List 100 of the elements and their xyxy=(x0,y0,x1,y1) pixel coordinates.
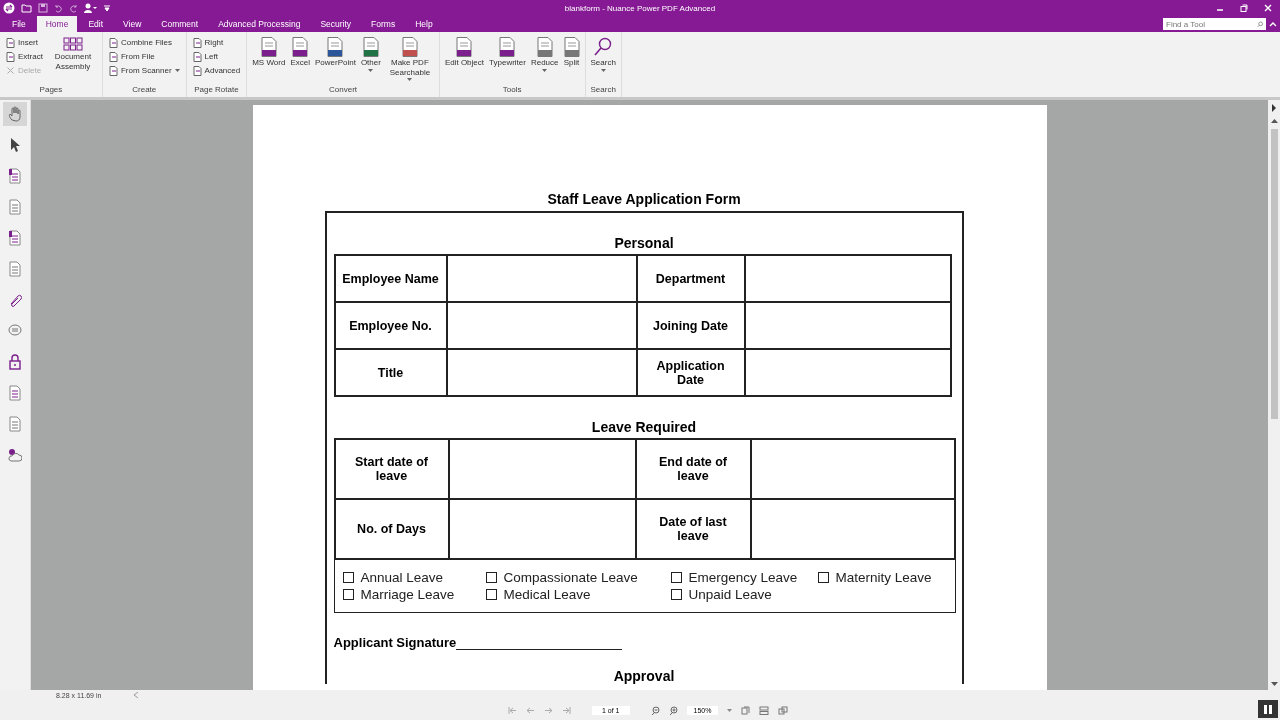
redo-icon[interactable] xyxy=(69,3,78,13)
table-cell: Employee No. xyxy=(334,302,447,349)
input-field[interactable] xyxy=(446,255,637,302)
checkbox-label: Compassionate Leave xyxy=(503,570,638,585)
menu-tab[interactable]: Comment xyxy=(152,16,208,32)
ribbon-button[interactable]: Split xyxy=(561,36,582,85)
group-label: Search xyxy=(589,85,617,96)
form-title: Staff Leave Application Form xyxy=(546,191,742,207)
grid-icon xyxy=(62,37,83,51)
scrollbar-thumb[interactable] xyxy=(1270,129,1278,419)
ribbon-button[interactable]: Make PDF Searchable xyxy=(383,36,436,85)
input-field[interactable] xyxy=(744,349,951,396)
group-label: Pages xyxy=(38,85,64,96)
document-icon xyxy=(327,37,344,57)
customize-icon[interactable] xyxy=(104,4,110,12)
caret-icon[interactable] xyxy=(727,708,733,712)
save-icon[interactable] xyxy=(38,3,48,13)
collapse-ribbon-icon[interactable] xyxy=(1269,21,1277,27)
undo-icon[interactable] xyxy=(54,3,63,13)
ribbon-button[interactable]: From Scanner xyxy=(105,64,183,77)
checkbox-label: Unpaid Leave xyxy=(688,587,772,602)
ribbon-button[interactable]: Advanced xyxy=(189,64,244,77)
single-page-view-icon[interactable] xyxy=(741,705,751,715)
ribbon-button[interactable]: Insert xyxy=(3,36,46,49)
find-tool-box[interactable]: Find a Tool xyxy=(1163,18,1266,30)
document-icon xyxy=(401,37,418,57)
zoom-out-icon[interactable] xyxy=(650,705,660,715)
ribbon-button[interactable]: Typewriter xyxy=(487,36,528,85)
restore-icon[interactable] xyxy=(1240,4,1248,12)
menu-tab[interactable]: File xyxy=(3,16,35,32)
menu-tab[interactable]: Advanced Processing xyxy=(209,16,310,32)
input-field[interactable] xyxy=(448,499,636,559)
menu-tab[interactable]: View xyxy=(114,16,151,32)
document-icon xyxy=(499,37,516,57)
page-icon xyxy=(192,65,202,76)
continuous-view-icon[interactable] xyxy=(759,705,770,715)
document-icon xyxy=(456,37,473,57)
facing-pages-icon[interactable] xyxy=(778,705,789,715)
ribbon-button[interactable]: Other xyxy=(358,36,383,85)
find-tool-field[interactable]: Find a Tool xyxy=(1163,19,1257,29)
ribbon-button[interactable]: Left xyxy=(189,50,244,63)
section-heading: Personal xyxy=(613,235,675,251)
ribbon-button[interactable]: Edit Object xyxy=(442,36,487,85)
search-icon[interactable] xyxy=(1257,19,1263,29)
expand-arrow-icon[interactable] xyxy=(1271,104,1277,112)
page-icon xyxy=(108,37,118,48)
checkbox[interactable] xyxy=(817,572,829,583)
menu-tab[interactable]: Edit xyxy=(79,16,113,32)
input-field[interactable] xyxy=(750,499,955,559)
open-folder-icon[interactable] xyxy=(21,3,32,13)
group-label: Convert xyxy=(328,85,359,96)
section-heading: Approval xyxy=(612,668,676,684)
page-icon xyxy=(192,37,202,48)
input-field[interactable] xyxy=(448,439,636,499)
signature-label: Applicant Signature xyxy=(333,635,457,650)
checkbox-label: Medical Leave xyxy=(503,587,591,602)
checkbox[interactable] xyxy=(670,572,682,583)
ribbon-button[interactable]: From File xyxy=(105,50,183,63)
checkbox-label: Marriage Leave xyxy=(360,587,455,602)
close-icon[interactable] xyxy=(1264,4,1272,12)
table-cell: No. of Days xyxy=(334,499,449,559)
document-icon xyxy=(292,37,309,57)
group-label: Create xyxy=(131,85,158,96)
search-icon xyxy=(594,37,613,57)
checkbox[interactable] xyxy=(485,572,497,583)
ribbon-button[interactable]: MS Word xyxy=(250,36,288,85)
ribbon-button[interactable]: Right xyxy=(189,36,244,49)
zoom-in-icon[interactable] xyxy=(668,705,678,715)
ribbon-button[interactable]: Document Assembly xyxy=(46,36,99,85)
group-label: Tools xyxy=(501,85,523,96)
input-field[interactable] xyxy=(744,255,951,302)
ribbon-button[interactable]: PowerPoint xyxy=(312,36,358,85)
checkbox[interactable] xyxy=(670,589,682,600)
menu-tab[interactable]: Forms xyxy=(362,16,405,32)
ribbon-button[interactable]: Combine Files xyxy=(105,36,183,49)
input-field[interactable] xyxy=(744,302,951,349)
checkbox[interactable] xyxy=(342,589,354,600)
pause-icon xyxy=(1264,704,1272,714)
checkbox[interactable] xyxy=(342,572,354,583)
document-icon xyxy=(260,37,277,57)
group-label: Page Rotate xyxy=(193,85,240,96)
ribbon-button[interactable]: Search xyxy=(588,36,618,85)
checkbox-label: Maternity Leave xyxy=(835,570,932,585)
menu-tab[interactable]: Security xyxy=(311,16,361,32)
ribbon-button[interactable]: Extract xyxy=(3,50,46,63)
document-icon xyxy=(362,37,379,57)
input-field[interactable] xyxy=(446,302,637,349)
user-icon[interactable] xyxy=(84,3,98,13)
scroll-down-icon[interactable] xyxy=(1270,682,1278,687)
menu-tab[interactable]: Home xyxy=(36,16,78,32)
ribbon-button[interactable]: Excel xyxy=(288,36,312,85)
input-field[interactable] xyxy=(750,439,955,499)
ribbon-button[interactable]: Reduce xyxy=(528,36,561,85)
input-field[interactable] xyxy=(446,349,637,396)
table-cell: Employee Name xyxy=(334,255,447,302)
checkbox[interactable] xyxy=(485,589,497,600)
pause-button[interactable] xyxy=(1258,700,1278,718)
document-icon xyxy=(563,37,580,57)
scroll-up-icon[interactable] xyxy=(1270,118,1278,123)
menu-tab[interactable]: Help xyxy=(406,16,442,32)
